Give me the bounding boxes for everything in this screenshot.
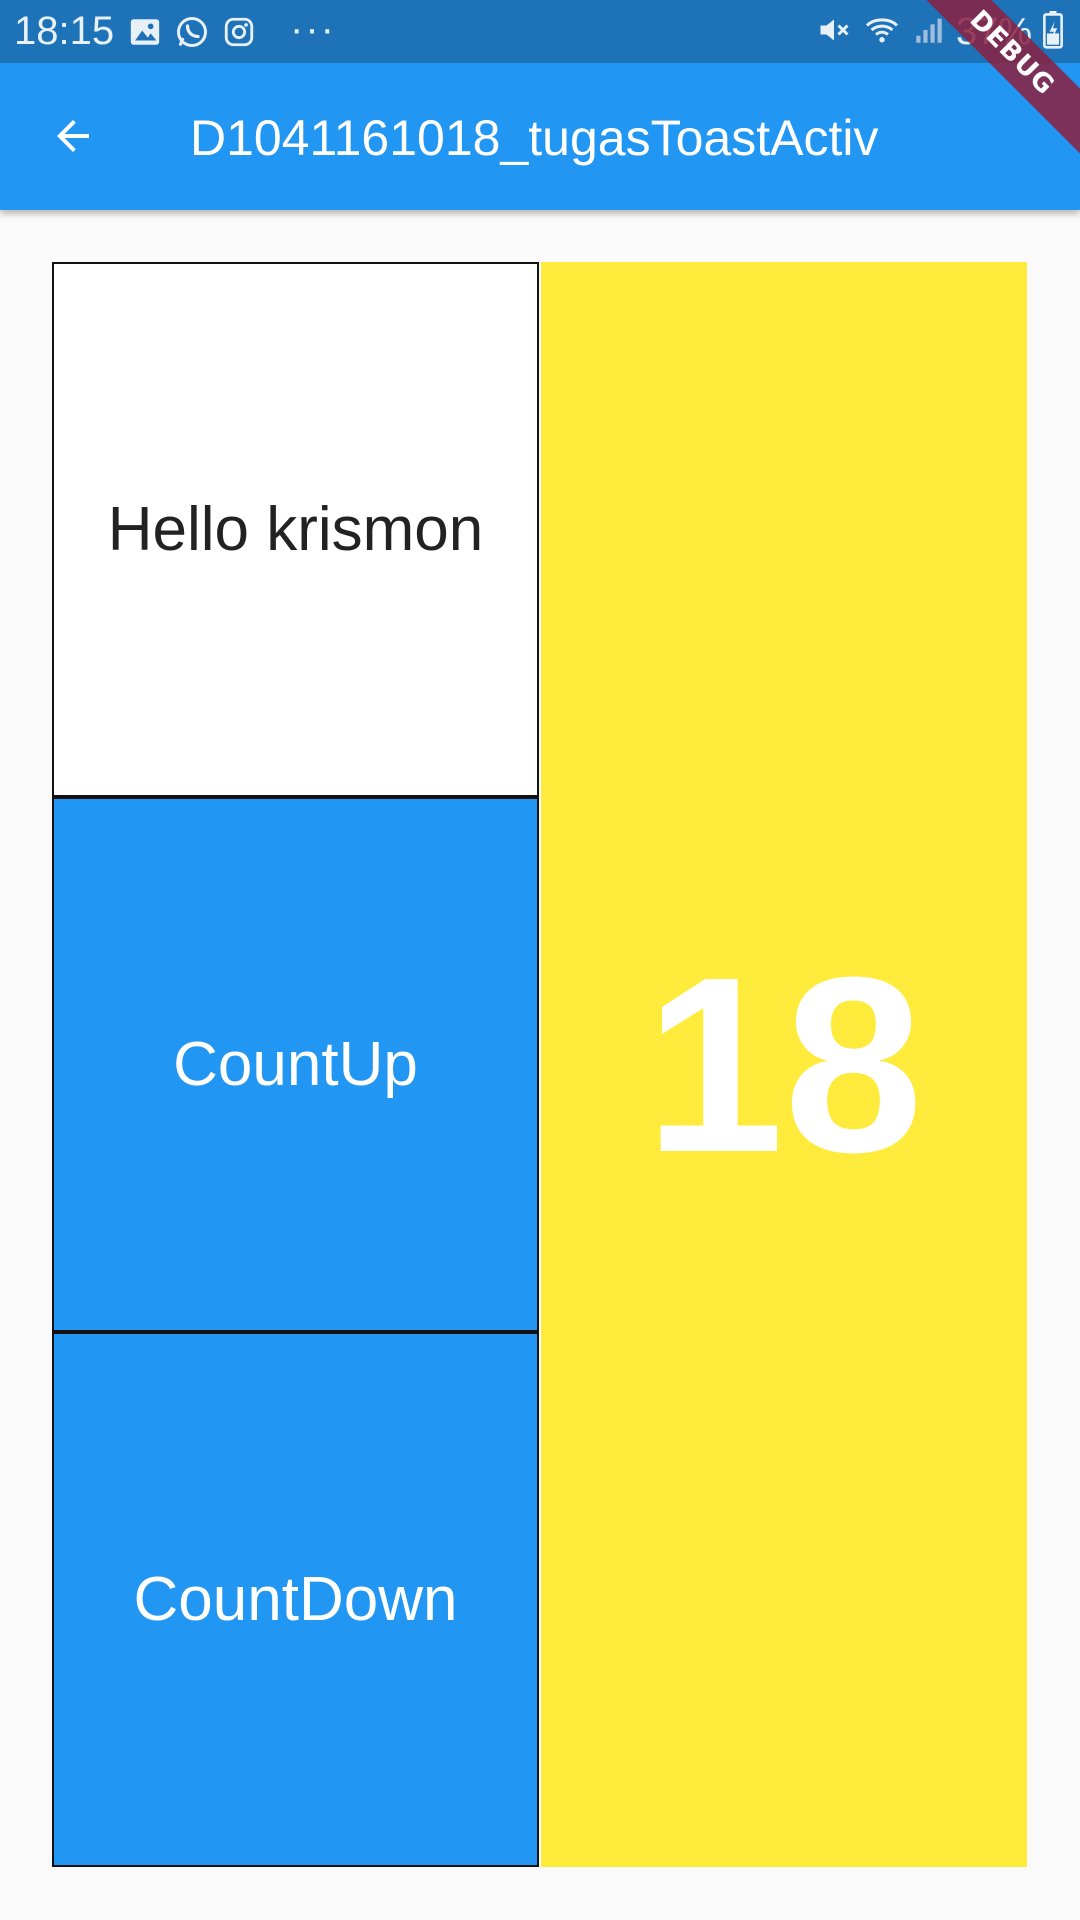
battery-icon [1042, 10, 1064, 54]
more-notifications-icon: ··· [290, 7, 336, 51]
counter-panel: 18 [541, 262, 1027, 1867]
instagram-icon [222, 15, 256, 49]
count-down-label: CountDown [133, 1565, 458, 1634]
back-button[interactable] [30, 98, 116, 178]
wifi-icon [862, 12, 902, 53]
notification-icons [128, 12, 256, 52]
image-icon [128, 15, 162, 49]
counter-value: 18 [644, 924, 924, 1204]
status-time: 18:15 [14, 9, 115, 53]
mute-icon [816, 12, 852, 53]
left-column: Hello krismon CountUp CountDown [52, 262, 539, 1867]
count-up-label: CountUp [173, 1030, 418, 1099]
page-title: D1041161018_tugasToastActiv [190, 110, 879, 166]
status-bar: 18:15 ··· 37% [0, 0, 1080, 63]
whatsapp-icon [174, 14, 210, 50]
count-up-button[interactable]: CountUp [52, 797, 539, 1332]
signal-icon [912, 13, 946, 52]
app-bar: D1041161018_tugasToastActiv [0, 63, 1080, 210]
greeting-text: Hello krismon [107, 495, 484, 564]
greeting-box: Hello krismon [52, 262, 539, 797]
count-down-button[interactable]: CountDown [52, 1332, 539, 1867]
arrow-back-icon [49, 112, 97, 165]
